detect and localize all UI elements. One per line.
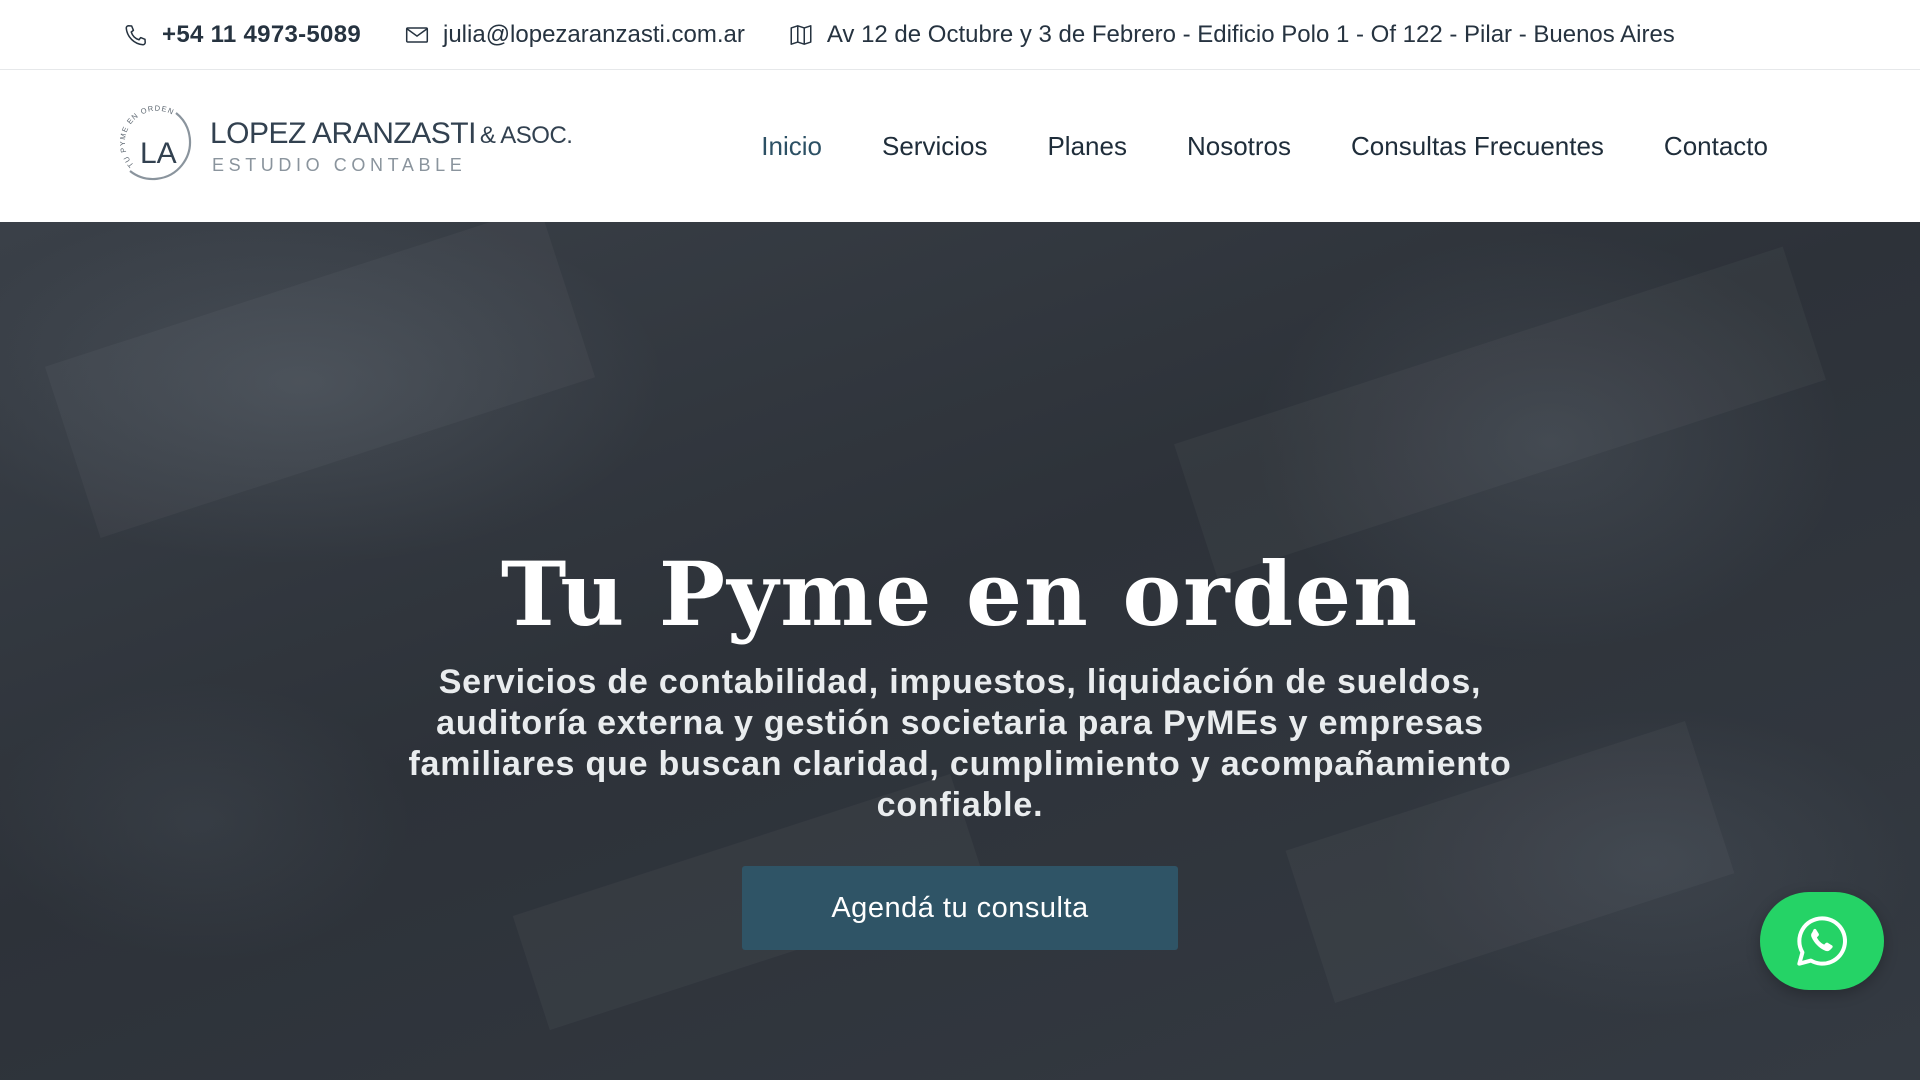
phone-icon: [122, 21, 150, 49]
envelope-icon: [403, 21, 431, 49]
site-header: TU PYME EN ORDEN LA LOPEZ ARANZASTI& ASO…: [0, 71, 1920, 222]
top-contact-bar: +54 11 4973-5089 julia@lopezaranzasti.co…: [0, 0, 1920, 70]
nav-nosotros[interactable]: Nosotros: [1187, 131, 1291, 162]
schedule-consultation-button[interactable]: Agendá tu consulta: [742, 866, 1178, 950]
map-icon: [787, 21, 815, 49]
nav-planes[interactable]: Planes: [1047, 131, 1127, 162]
topbar-address: Av 12 de Octubre y 3 de Febrero - Edific…: [787, 21, 1675, 49]
topbar-phone[interactable]: +54 11 4973-5089: [122, 21, 361, 49]
site-logo[interactable]: TU PYME EN ORDEN LA LOPEZ ARANZASTI& ASO…: [120, 105, 573, 193]
hero-title: Tu Pyme en orden: [500, 542, 1420, 646]
logo-name-text: LOPEZ ARANZASTI: [210, 117, 476, 150]
phone-number: +54 11 4973-5089: [162, 20, 361, 48]
topbar-email[interactable]: julia@lopezaranzasti.com.ar: [403, 21, 745, 49]
whatsapp-icon: [1797, 916, 1847, 966]
logo-suffix: & ASOC.: [479, 122, 573, 149]
logo-name: LOPEZ ARANZASTI & ASOC.: [210, 117, 573, 151]
hero-description: Servicios de contabilidad, impuestos, li…: [408, 663, 1512, 824]
logo-mark-icon: TU PYME EN ORDEN LA: [120, 105, 192, 181]
hero-content: Tu Pyme en orden Servicios de contabilid…: [0, 222, 1920, 1080]
nav-servicios[interactable]: Servicios: [882, 131, 987, 162]
nav-contacto[interactable]: Contacto: [1664, 131, 1768, 162]
whatsapp-button[interactable]: [1760, 892, 1884, 990]
nav-inicio[interactable]: Inicio: [761, 131, 822, 162]
nav-consultas-frecuentes[interactable]: Consultas Frecuentes: [1351, 131, 1604, 162]
logo-initials: LA: [140, 137, 177, 170]
address-text: Av 12 de Octubre y 3 de Febrero - Edific…: [826, 20, 1675, 48]
hero-section: Tu Pyme en orden Servicios de contabilid…: [0, 222, 1920, 1080]
email-address: julia@lopezaranzasti.com.ar: [443, 20, 745, 48]
main-nav: Inicio Servicios Planes Nosotros Consult…: [701, 71, 1768, 222]
logo-tagline: ESTUDIO CONTABLE: [212, 155, 467, 175]
